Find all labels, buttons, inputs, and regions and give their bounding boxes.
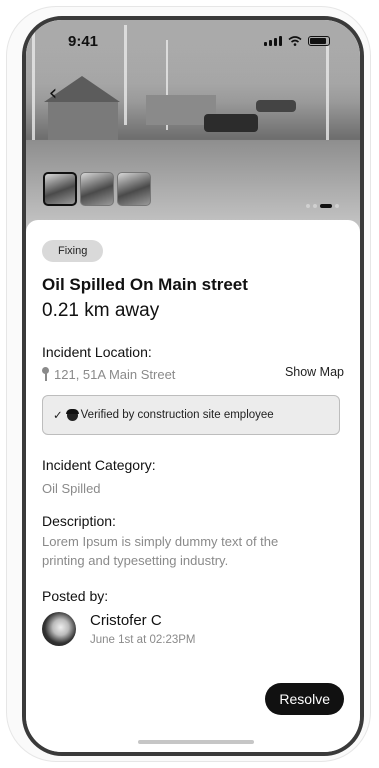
posted-by-label: Posted by: [42,588,109,604]
carousel-dot[interactable] [306,204,310,208]
carousel-dot[interactable] [313,204,317,208]
incident-photo: 9:41 ‹ [26,20,360,235]
wifi-icon [288,36,302,46]
location-value: 121, 51A Main Street [42,367,175,382]
thumbnail-strip [43,172,151,206]
status-time: 9:41 [68,33,99,50]
chevron-left-icon: ‹ [48,80,58,106]
home-indicator [138,740,254,744]
photo-thumbnail[interactable] [43,172,77,206]
verified-banner: ✓ Verified by construction site employee [42,395,340,435]
car-shape [204,114,258,132]
back-button[interactable]: ‹ [40,80,66,106]
carousel-dot[interactable] [335,204,339,208]
category-label: Incident Category: [42,457,156,473]
signal-icon [264,36,282,46]
avatar [42,612,76,646]
checkmark-icon: ✓ [53,408,63,422]
location-label: Incident Location: [42,344,152,360]
verified-text: Verified by construction site employee [80,409,274,421]
status-badge: Fixing [42,240,104,262]
carousel-indicator [306,204,339,208]
incident-title: Oil Spilled On Main street [42,275,248,294]
incident-distance: 0.21 km away [42,300,160,321]
posted-date: June 1st at 02:23PM [90,634,196,646]
house-shape [48,102,118,142]
phone-screen: 9:41 ‹ Fixing Oil Spilled On Main street… [22,16,364,756]
author-name: Cristofer C [90,612,162,629]
incident-details: Fixing Oil Spilled On Main street 0.21 k… [26,220,360,752]
resolve-button[interactable]: Resolve [265,683,344,715]
location-pin-icon [42,367,49,381]
status-bar: 9:41 [26,30,360,54]
worker-icon [65,408,79,421]
description-label: Description: [42,513,116,529]
photo-thumbnail[interactable] [80,172,114,206]
location-text: 121, 51A Main Street [54,367,176,382]
carousel-dot-active[interactable] [320,204,332,208]
category-value: Oil Spilled [42,481,101,496]
photo-thumbnail[interactable] [117,172,151,206]
description-value: Lorem Ipsum is simply dummy text of the … [42,534,279,568]
show-map-link[interactable]: Show Map [285,365,344,379]
battery-icon [308,36,330,46]
